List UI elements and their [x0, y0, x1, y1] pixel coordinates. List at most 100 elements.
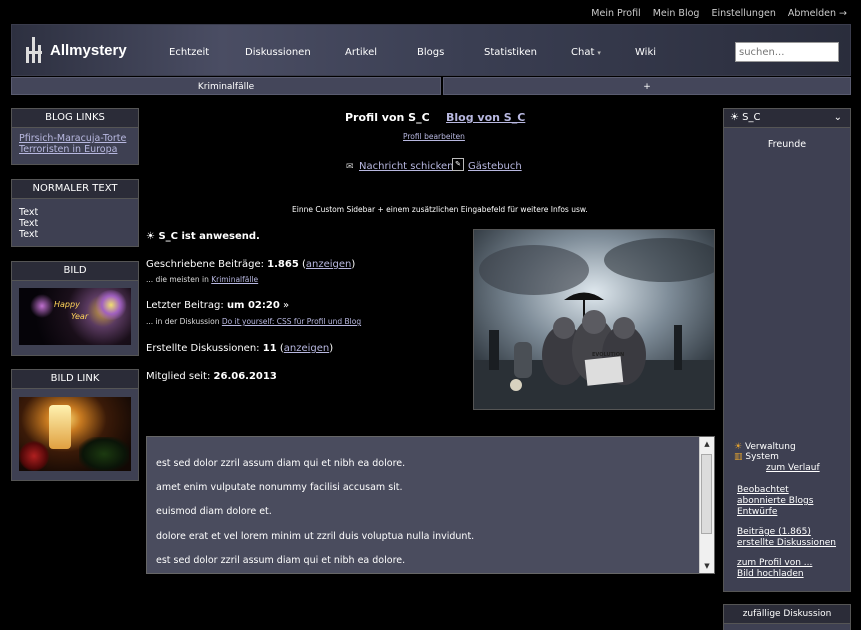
custom-note: Einne Custom Sidebar + einem zusätzliche…	[292, 205, 588, 214]
image-caption-2: Year	[71, 312, 89, 321]
created-threads-link[interactable]: erstellte Diskussionen	[737, 538, 836, 549]
admin-label: Verwaltung	[744, 442, 796, 452]
to-profile-link[interactable]: zum Profil von ...	[737, 558, 812, 569]
logout-link[interactable]: Abmelden →	[788, 8, 847, 19]
friends-label: Freunde	[767, 139, 807, 150]
search-input[interactable]	[735, 42, 839, 62]
site-header: Allmystery Echtzeit Diskussionen Artikel…	[11, 24, 851, 76]
user-sidebar: ☀ S_C ⌄ Freunde ☀ Verwaltung ▥ System zum…	[723, 108, 851, 592]
sidebar-username: S_C	[742, 112, 761, 123]
blog-link[interactable]: Blog von S_C	[446, 111, 525, 124]
user-icon: ☀	[730, 112, 743, 123]
last-in-link[interactable]: Do it yourself: CSS für Profil und Blog	[222, 317, 361, 326]
scroll-thumb[interactable]	[701, 454, 712, 534]
text-area[interactable]: est sed dolor zzril assum diam qui et ni…	[146, 436, 715, 574]
upload-image-link[interactable]: Bild hochladen	[737, 569, 804, 580]
posts-label: Geschriebene Beiträge:	[146, 259, 264, 270]
normal-text-box: NORMALER TEXT Text Text Text	[11, 179, 139, 247]
random-thread-box: zufällige Diskussion	[723, 604, 851, 630]
text-line: est sed dolor zzril assum diam qui et ni…	[156, 555, 406, 566]
subscribed-blogs-link[interactable]: abonnierte Blogs	[737, 496, 813, 507]
monkeys-image	[474, 230, 714, 409]
last-post-in: ... in der Diskussion Do it yourself: CS…	[146, 317, 361, 326]
posts-most-in: ... die meisten in Kriminalfälle	[146, 275, 258, 284]
text-line: amet enim vulputate nonummy facilisi acc…	[156, 482, 403, 493]
nav-chat-label: Chat	[571, 47, 595, 58]
admin-row[interactable]: ☀ Verwaltung	[734, 442, 796, 452]
text-line: est sed dolor zzril assum diam qui et ni…	[156, 458, 406, 469]
image-caption-1: Happy	[54, 300, 80, 309]
logo[interactable]: Allmystery	[24, 37, 127, 63]
text-line: Text	[19, 218, 39, 229]
most-in-label: ... die meisten in	[146, 275, 209, 284]
nav-diskussionen[interactable]: Diskussionen	[245, 47, 311, 58]
nav-chat[interactable]: Chat ▾	[571, 47, 601, 58]
posts-stat: Geschriebene Beiträge: 1.865 (anzeigen)	[146, 259, 356, 270]
member-value: 26.06.2013	[213, 371, 277, 382]
nav-statistiken[interactable]: Statistiken	[484, 47, 537, 58]
image-link-title: BILD LINK	[12, 370, 138, 389]
text-line: dolore erat et vel lorem minim ut zzril …	[156, 531, 475, 542]
text-line: Text	[19, 229, 39, 240]
history-link[interactable]: zum Verlauf	[766, 463, 820, 474]
nav-echtzeit[interactable]: Echtzeit	[169, 47, 209, 58]
posts-value: 1.865	[267, 259, 299, 270]
nav-blogs[interactable]: Blogs	[417, 47, 444, 58]
user-icon: ☀	[734, 442, 745, 452]
last-post-label: Letzter Beitrag:	[146, 300, 224, 311]
guestbook-link[interactable]: Gästebuch	[468, 161, 522, 172]
envelope-icon: ✉	[346, 162, 354, 172]
drafts-link[interactable]: Entwürfe	[737, 507, 777, 518]
scrollbar[interactable]: ▲ ▼	[699, 437, 714, 573]
blog-link-torte[interactable]: Pfirsich-Maracuja-Torte	[19, 133, 131, 144]
threads-stat: Erstellte Diskussionen: 11 (anzeigen)	[146, 343, 334, 354]
logo-icon	[24, 37, 42, 63]
candle-image[interactable]	[19, 397, 131, 471]
my-blog-link[interactable]: Mein Blog	[653, 8, 700, 19]
member-since: Mitglied seit: 26.06.2013	[146, 371, 277, 382]
system-label: System	[745, 452, 779, 462]
subnav-kriminalfaelle[interactable]: Kriminalfälle	[11, 77, 441, 95]
sub-navigation: Kriminalfälle +	[11, 77, 851, 95]
scroll-up-icon[interactable]: ▲	[700, 437, 714, 451]
logo-text: Allmystery	[50, 41, 127, 59]
last-post-value: um 02:20	[226, 300, 280, 311]
random-thread-title[interactable]: zufällige Diskussion	[724, 605, 850, 624]
image-link-box: BILD LINK	[11, 369, 139, 481]
threads-value: 11	[262, 343, 277, 354]
nav-wiki[interactable]: Wiki	[635, 47, 656, 58]
sidebar-header[interactable]: ☀ S_C ⌄	[724, 109, 850, 128]
blog-link-terroristen[interactable]: Terroristen in Europa	[19, 144, 131, 155]
chat-dropdown-icon: ▾	[597, 49, 601, 57]
my-profile-link[interactable]: Mein Profil	[591, 8, 640, 19]
normal-text-title: NORMALER TEXT	[12, 180, 138, 199]
chevron-right-icon[interactable]: »	[283, 300, 289, 311]
last-post-stat: Letzter Beitrag: um 02:20 »	[146, 300, 289, 311]
chevron-down-icon[interactable]: ⌄	[834, 109, 842, 127]
fireworks-image: Happy Year	[19, 288, 131, 345]
show-threads-link[interactable]: anzeigen	[284, 343, 329, 354]
show-posts-link[interactable]: anzeigen	[306, 259, 351, 270]
last-in-label: ... in der Diskussion	[146, 317, 220, 326]
text-line: Text	[19, 207, 39, 218]
presence-status: ☀ S_C ist anwesend.	[146, 231, 260, 242]
blog-links-box: BLOG LINKS Pfirsich-Maracuja-Torte Terro…	[11, 108, 139, 165]
user-icon: ☀	[146, 231, 159, 242]
nav-artikel[interactable]: Artikel	[345, 47, 377, 58]
edit-profile-link[interactable]: Profil bearbeiten	[403, 132, 465, 141]
send-message-link[interactable]: Nachricht schicken	[359, 161, 454, 172]
text-line: euismod diam dolore et.	[156, 506, 272, 517]
system-icon: ▥	[734, 452, 746, 462]
subnav-add-button[interactable]: +	[443, 77, 851, 95]
user-links: Mein Profil Mein Blog Einstellungen Abme…	[591, 8, 847, 19]
system-row[interactable]: ▥ System	[734, 452, 779, 462]
profile-title: Profil von S_C	[345, 111, 430, 124]
posts-link[interactable]: Beiträge (1.865)	[737, 527, 811, 538]
image-title: BILD	[12, 262, 138, 281]
guestbook-icon: ✎	[452, 158, 464, 171]
scroll-down-icon[interactable]: ▼	[700, 559, 714, 573]
member-label: Mitglied seit:	[146, 371, 211, 382]
settings-link[interactable]: Einstellungen	[711, 8, 775, 19]
most-in-link[interactable]: Kriminalfälle	[211, 275, 258, 284]
watched-link[interactable]: Beobachtet	[737, 485, 789, 496]
